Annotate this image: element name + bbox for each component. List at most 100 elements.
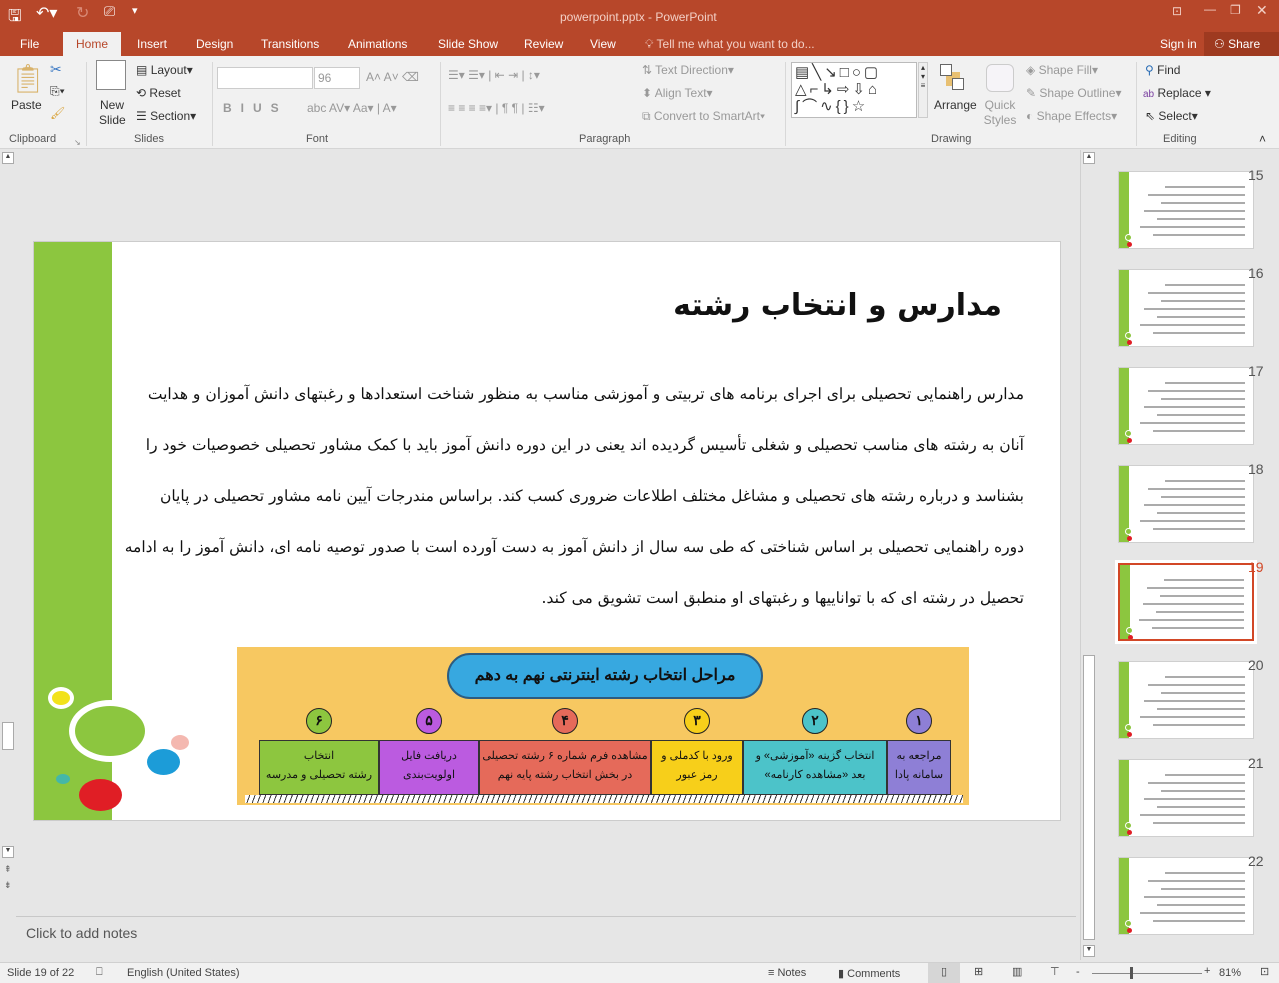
minimize-icon[interactable]: —	[1204, 2, 1216, 16]
font-effects-icons[interactable]: abc AV▾ Aa▾ | A▾	[307, 101, 397, 115]
reset-button[interactable]: ⟲ Reset	[136, 86, 181, 100]
cut-icon[interactable]: ✂	[50, 61, 62, 78]
normal-view-icon[interactable]: ▯	[928, 963, 960, 983]
slide-canvas[interactable]: مدارس و انتخاب رشته مدارس راهنمایی تحصیل…	[33, 241, 1061, 821]
collapse-ribbon-icon[interactable]: ˄	[1259, 132, 1266, 146]
ribbon-display-icon[interactable]: ⊡	[1172, 4, 1182, 18]
notes-button[interactable]: ≡ Notes	[768, 967, 806, 979]
text-direction-button[interactable]: ⇅ Text Direction▾	[642, 63, 734, 77]
zoom-slider-thumb[interactable]	[1130, 967, 1133, 979]
quick-styles-button[interactable]: Quick Styles	[982, 98, 1018, 128]
slide-sorter-icon[interactable]: ⊞	[974, 965, 983, 978]
new-slide-button[interactable]: New Slide	[99, 98, 126, 128]
scroll-up-icon[interactable]: ▲	[2, 152, 14, 164]
comments-button[interactable]: ▮ Comments	[838, 967, 900, 980]
zoom-level[interactable]: 81%	[1219, 967, 1241, 979]
scroll-thumb[interactable]	[1083, 655, 1095, 940]
zoom-slider[interactable]	[1092, 973, 1202, 974]
align-icons[interactable]: ≡ ≡ ≡ ≡▾ | ¶ ¶ | ☷▾	[448, 101, 545, 115]
tab-transitions[interactable]: Transitions	[261, 37, 319, 51]
fit-to-window-icon[interactable]: ⊡	[1260, 965, 1269, 978]
shape-effects-button[interactable]: ◐ Shape Effects▾	[1026, 109, 1117, 123]
close-icon[interactable]: ✕	[1256, 2, 1268, 19]
tab-animations[interactable]: Animations	[348, 37, 407, 51]
tab-review[interactable]: Review	[524, 37, 563, 51]
spellcheck-icon[interactable]: ⎕	[96, 966, 103, 979]
shapes-gallery[interactable]: ▤╲↘□○▢ △⌐↳⇨⇩⌂ ∫⌒∿{}☆	[791, 62, 917, 118]
font-name-input[interactable]	[217, 67, 313, 89]
slide-thumbnail[interactable]	[1118, 759, 1254, 837]
sign-in-link[interactable]: Sign in	[1160, 37, 1197, 51]
paste-button[interactable]: Paste	[11, 98, 42, 112]
slide-scrollbar[interactable]: ▲ ▼	[0, 150, 16, 860]
align-text-button[interactable]: ⬍ Align Text▾	[642, 86, 713, 100]
tell-me-search[interactable]: 💡︎ Tell me what you want to do...	[645, 37, 815, 52]
slide-thumbnail[interactable]	[1118, 857, 1254, 935]
format-painter-icon[interactable]: 🖌︎	[50, 106, 65, 120]
font-size-input[interactable]: 96	[314, 67, 360, 89]
scroll-thumb[interactable]	[2, 722, 14, 750]
save-icon[interactable]: 🖫	[8, 5, 22, 32]
thumbnail-scrollbar[interactable]: ▲ ▼	[1080, 150, 1097, 960]
layout-button[interactable]: ▤ Layout▾	[136, 63, 193, 77]
restore-icon[interactable]: ❐	[1230, 3, 1241, 17]
new-slide-icon[interactable]	[96, 60, 126, 90]
ruler-edge	[245, 795, 963, 803]
tab-view[interactable]: View	[590, 37, 616, 51]
body-line[interactable]: دوره راهنمایی تحصیلی بر اساس شناختی که ط…	[125, 538, 1024, 556]
paste-icon[interactable]: 📋︎	[10, 62, 46, 95]
scroll-up-icon[interactable]: ▲	[1083, 152, 1095, 164]
replace-button[interactable]: ab Replace ▾	[1143, 86, 1211, 100]
share-button[interactable]: ⚇ Share	[1204, 32, 1279, 56]
present-icon[interactable]: ⎚	[104, 3, 115, 20]
zoom-out-icon[interactable]: -	[1076, 966, 1080, 978]
body-line[interactable]: مدارس راهنمایی تحصیلی برای اجرای برنامه …	[148, 385, 1024, 403]
next-slide-icon[interactable]: ⇟	[4, 880, 12, 891]
notes-pane[interactable]: Click to add notes	[16, 916, 1076, 960]
arrange-button[interactable]: Arrange	[934, 98, 977, 112]
gallery-scroll[interactable]: ▴ ▾ ≡	[918, 62, 928, 118]
section-button[interactable]: ☰ Section▾	[136, 109, 196, 123]
slide-thumbnail[interactable]	[1118, 367, 1254, 445]
slide-thumbnail[interactable]	[1118, 171, 1254, 249]
drawing-group-label: Drawing	[931, 133, 972, 145]
infographic-image[interactable]: مراحل انتخاب رشته اینترنتی نهم به دهم مر…	[237, 647, 969, 805]
shape-outline-button[interactable]: ✎ Shape Outline▾	[1026, 86, 1121, 100]
find-button[interactable]: ⚲ Find	[1145, 63, 1180, 77]
language-indicator[interactable]: English (United States)	[127, 967, 240, 979]
dialog-launcher-icon[interactable]: ↘	[74, 138, 81, 147]
tab-insert[interactable]: Insert	[137, 37, 167, 51]
tab-file[interactable]: File	[20, 37, 39, 51]
arrange-icon[interactable]	[940, 64, 966, 94]
slide-thumbnail[interactable]	[1118, 465, 1254, 543]
slide-title[interactable]: مدارس و انتخاب رشته	[673, 288, 1002, 323]
thumb-text-line	[1140, 226, 1245, 228]
list-icons[interactable]: ☰▾ ☰▾ | ⇤ ⇥ | ↕▾	[448, 68, 540, 82]
tab-home[interactable]: Home	[63, 32, 122, 56]
quick-styles-icon[interactable]	[986, 64, 1014, 92]
format-buttons[interactable]: BIUS	[223, 101, 288, 115]
reading-view-icon[interactable]: ▥	[1012, 965, 1022, 978]
tab-slide-show[interactable]: Slide Show	[438, 37, 498, 51]
body-line[interactable]: تحصیل در رشته ای که با تواناییها و رغبته…	[542, 589, 1024, 607]
grow-shrink-font-icon[interactable]: A˄ A˅ ⌫	[366, 70, 419, 84]
redo-icon[interactable]: ↻	[76, 3, 89, 23]
slide-thumbnail[interactable]	[1115, 560, 1257, 644]
customize-qat-icon[interactable]: ▾	[132, 4, 138, 17]
convert-smartart-button[interactable]: ⧉ Convert to SmartArt▾	[642, 109, 765, 124]
zoom-in-icon[interactable]: +	[1204, 965, 1210, 977]
notes-placeholder[interactable]: Click to add notes	[26, 925, 137, 941]
shape-fill-button[interactable]: ◈ Shape Fill▾	[1026, 63, 1098, 77]
undo-icon[interactable]: ↶▾	[36, 3, 57, 23]
slide-thumbnail[interactable]	[1118, 269, 1254, 347]
body-line[interactable]: بشناسد و درباره رشته های تحصیلی و مشاغل …	[160, 487, 1024, 505]
tab-design[interactable]: Design	[196, 37, 233, 51]
body-line[interactable]: آنان به رشته های مناسب تحصیلی و شغلی تأس…	[146, 436, 1024, 454]
prev-slide-icon[interactable]: ⇞	[4, 864, 12, 875]
scroll-down-icon[interactable]: ▼	[1083, 945, 1095, 957]
slide-thumbnail[interactable]	[1118, 661, 1254, 739]
copy-icon[interactable]: ⎘▾	[50, 84, 65, 99]
scroll-down-icon[interactable]: ▼	[2, 846, 14, 858]
slideshow-icon[interactable]: ⊤	[1050, 965, 1060, 978]
select-button[interactable]: ⇖ Select▾	[1145, 109, 1198, 123]
